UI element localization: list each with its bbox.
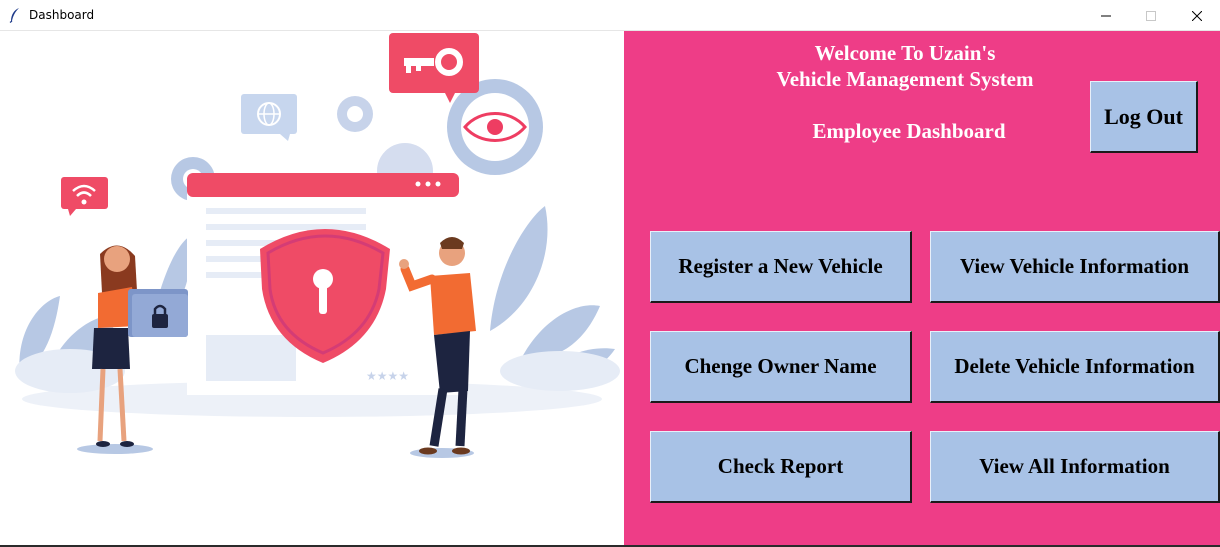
change-owner-button[interactable]: Chenge Owner Name	[650, 331, 912, 403]
view-vehicle-info-button[interactable]: View Vehicle Information	[930, 231, 1220, 303]
register-vehicle-button[interactable]: Register a New Vehicle	[650, 231, 912, 303]
maximize-button[interactable]	[1128, 0, 1174, 31]
window-titlebar: Dashboard	[0, 0, 1220, 31]
key-icon	[389, 33, 479, 103]
welcome-heading: Welcome To Uzain's	[814, 41, 996, 65]
eye-icon	[447, 79, 543, 175]
svg-text:★★★★: ★★★★	[366, 369, 409, 383]
logout-button[interactable]: Log Out	[1090, 81, 1198, 153]
minimize-icon	[1101, 15, 1111, 16]
minimize-button[interactable]	[1083, 0, 1129, 31]
woman-figure	[92, 245, 138, 447]
view-all-info-button[interactable]: View All Information	[930, 431, 1220, 503]
padlock-folder-icon	[128, 289, 188, 337]
maximize-icon	[1146, 10, 1156, 21]
security-illustration: ★★★★	[15, 33, 620, 458]
wifi-icon	[61, 177, 108, 216]
window-title: Dashboard	[29, 8, 95, 22]
check-report-button[interactable]: Check Report	[650, 431, 912, 503]
close-button[interactable]	[1174, 0, 1220, 31]
close-icon	[1192, 10, 1202, 21]
globe-icon	[241, 94, 297, 141]
feather-icon	[9, 8, 19, 23]
delete-vehicle-button[interactable]: Delete Vehicle Information	[930, 331, 1220, 403]
gear-icon	[337, 96, 373, 132]
